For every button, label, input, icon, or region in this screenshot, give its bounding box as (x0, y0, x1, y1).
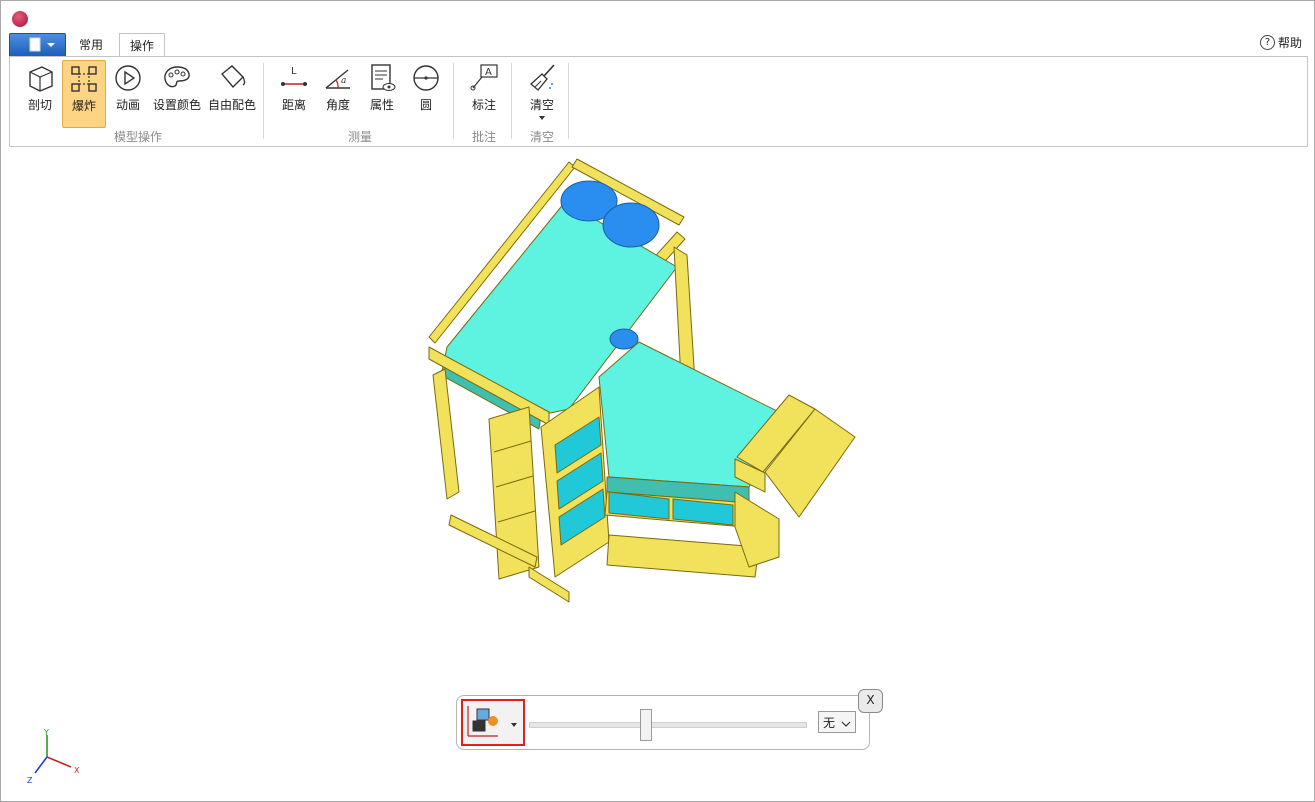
distance-button-label: 距离 (281, 98, 306, 112)
angle-button[interactable]: a 角度 (318, 60, 358, 126)
distance-button[interactable]: L 距离 (274, 60, 314, 126)
x-axis (46, 756, 72, 768)
annotation-icon: A (470, 64, 498, 91)
free-color-button-label: 自由配色 (207, 98, 256, 112)
ribbon-panel: 剖切 爆炸 动画 设置颜色 自由配色 模型操作 L 距离 a 角度 属性 圆 测… (9, 56, 1308, 147)
ribbon-separator (453, 63, 454, 139)
angle-button-label: 角度 (325, 98, 350, 112)
explode-option-select[interactable]: 无 (818, 711, 856, 733)
broom-icon (530, 64, 555, 91)
group-label-clear: 清空 (529, 130, 554, 144)
explode-button[interactable]: 爆炸 (62, 60, 106, 128)
x-axis-label: X (74, 766, 80, 775)
axis-triad: Y X Z (27, 729, 80, 785)
file-menu-button[interactable] (9, 33, 66, 57)
paint-bucket-icon (221, 65, 246, 89)
explode-mode-dropdown[interactable] (461, 699, 525, 746)
tab-common[interactable]: 常用 (69, 33, 113, 57)
title-bar (1, 1, 1314, 31)
properties-button[interactable]: 属性 (362, 60, 402, 126)
palette-icon (164, 66, 190, 88)
chevron-down-icon (841, 721, 851, 727)
close-toolbar-button[interactable]: X (858, 689, 883, 713)
explode-slider-thumb[interactable] (639, 709, 652, 741)
annotate-button[interactable]: A 标注 (463, 60, 505, 126)
help-label: 帮助 (1277, 36, 1302, 50)
explode-mode-icon (467, 706, 517, 737)
animation-button[interactable]: 动画 (108, 60, 148, 126)
chevron-down-icon (511, 723, 517, 727)
help-icon: ? (1259, 35, 1275, 50)
clear-button[interactable]: 清空 (521, 60, 563, 126)
annotate-button-label: 标注 (471, 98, 496, 112)
z-axis (34, 756, 48, 774)
clear-button-label: 清空 (529, 98, 554, 112)
ribbon-separator (568, 63, 569, 139)
animation-button-label: 动画 (115, 98, 140, 112)
free-color-button[interactable]: 自由配色 (206, 60, 258, 126)
file-dropdown-icon (29, 37, 55, 52)
circle-button-label: 圆 (419, 98, 432, 112)
properties-icon (371, 64, 396, 91)
clear-dropdown-icon[interactable] (537, 115, 547, 121)
angle-icon-letter: a (341, 76, 346, 86)
app-window: 常用 操作 ? 帮助 剖切 爆炸 动画 设置颜色 自由配色 模型操作 L 距离 … (0, 0, 1315, 802)
annotation-icon-letter: A (485, 67, 492, 78)
explode-icon (71, 66, 97, 92)
group-label-measure: 测量 (347, 130, 372, 144)
circle-measure-icon (413, 65, 439, 91)
angle-icon: a (325, 69, 350, 89)
section-button-label: 剖切 (27, 98, 52, 112)
set-color-button[interactable]: 设置颜色 (152, 60, 202, 126)
set-color-button-label: 设置颜色 (152, 98, 201, 112)
distance-icon-letter: L (291, 66, 297, 77)
app-logo-icon (12, 11, 28, 27)
section-cut-icon (29, 66, 53, 92)
play-icon (115, 65, 141, 91)
circle-button[interactable]: 圆 (406, 60, 446, 126)
group-label-annotate: 批注 (471, 130, 496, 144)
z-axis-label: Z (27, 776, 33, 785)
explode-slider-track[interactable] (529, 722, 807, 728)
ribbon-separator (511, 63, 512, 139)
section-button[interactable]: 剖切 (18, 60, 62, 126)
distance-icon: L (281, 66, 307, 86)
ribbon-separator (263, 63, 264, 139)
group-label-model: 模型操作 (113, 130, 162, 144)
explode-button-label: 爆炸 (71, 99, 96, 113)
help-button[interactable]: ? 帮助 (1259, 34, 1302, 51)
properties-button-label: 属性 (369, 98, 394, 112)
explode-option-value: 无 (823, 716, 836, 730)
y-axis-label: Y (43, 729, 49, 737)
